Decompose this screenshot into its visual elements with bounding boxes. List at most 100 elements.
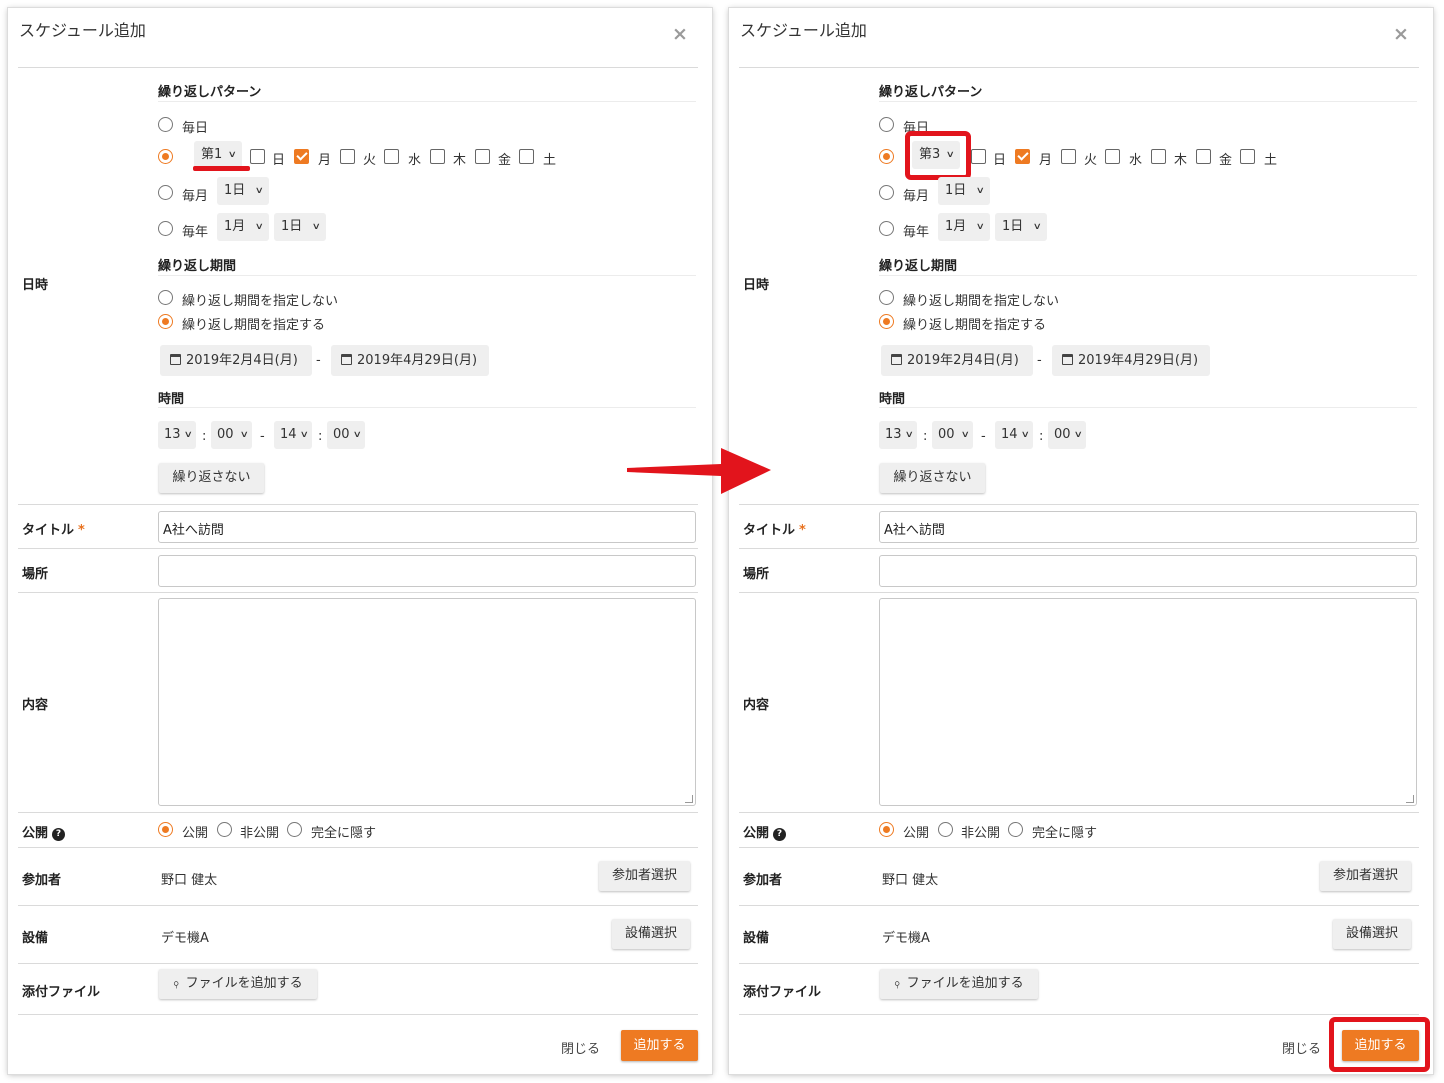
end-minute-select[interactable]: 00 ∨ <box>327 421 365 449</box>
close-link[interactable]: 閉じる <box>561 1038 600 1057</box>
resize-grip-icon[interactable] <box>685 795 693 803</box>
divider <box>18 847 698 848</box>
monthly-day-select[interactable]: 1日 ∨ <box>938 177 990 205</box>
help-icon[interactable]: ? <box>52 828 66 841</box>
time-dash: - <box>260 429 265 444</box>
publish-private-label: 非公開 <box>240 826 280 841</box>
select-equipment-button[interactable]: 設備選択 <box>612 919 690 949</box>
chevron-down-icon: ∨ <box>255 222 265 232</box>
weekday-checkbox-mon[interactable] <box>1015 149 1030 164</box>
no-period-radio[interactable] <box>158 290 173 305</box>
close-icon[interactable]: × <box>1393 24 1409 44</box>
end-hour-select[interactable]: 14 ∨ <box>274 421 312 449</box>
publish-hidden-label: 完全に隠す <box>1032 826 1098 841</box>
publish-private-radio[interactable] <box>938 822 953 837</box>
daily-radio[interactable] <box>158 117 173 132</box>
monthly-day-select[interactable]: 1日 ∨ <box>217 177 269 205</box>
chevron-down-icon: ∨ <box>240 430 250 440</box>
add-button[interactable]: 追加する <box>621 1030 698 1061</box>
weekday-checkbox-sun[interactable] <box>250 149 265 164</box>
start-date-picker[interactable]: 2019年2月4日(月) <box>881 345 1033 376</box>
daily-radio[interactable] <box>879 117 894 132</box>
publish-label: 公開? <box>743 822 787 841</box>
with-period-radio[interactable] <box>158 314 173 329</box>
start-minute-select[interactable]: 00 ∨ <box>932 421 973 449</box>
weekday-checkbox-mon[interactable] <box>294 149 309 164</box>
no-repeat-button[interactable]: 繰り返さない <box>880 463 985 493</box>
end-hour-select[interactable]: 14 ∨ <box>995 421 1033 449</box>
no-repeat-button[interactable]: 繰り返さない <box>159 463 264 493</box>
calendar-icon <box>341 354 352 365</box>
weekday-checkbox-tue[interactable] <box>340 149 355 164</box>
start-minute-select[interactable]: 00 ∨ <box>211 421 252 449</box>
content-textarea[interactable] <box>158 598 696 806</box>
resize-grip-icon[interactable] <box>1406 795 1414 803</box>
yearly-day-select[interactable]: 1日 ∨ <box>995 213 1047 241</box>
weekday-label: 金 <box>498 153 512 168</box>
no-period-radio[interactable] <box>879 290 894 305</box>
publish-hidden-radio[interactable] <box>1008 822 1023 837</box>
weekday-checkbox-tue[interactable] <box>1061 149 1076 164</box>
divider <box>158 275 696 276</box>
end-date-picker[interactable]: 2019年4月29日(月) <box>1052 345 1210 376</box>
publish-public-radio[interactable] <box>158 822 173 837</box>
weekday-checkbox-fri[interactable] <box>1196 149 1211 164</box>
place-input[interactable] <box>879 555 1417 587</box>
weekday-checkbox-wed[interactable] <box>384 149 399 164</box>
publish-public-radio[interactable] <box>879 822 894 837</box>
monthly-label: 毎月 <box>903 189 930 204</box>
repeat-pattern-heading: 繰り返しパターン <box>879 85 983 100</box>
with-period-label: 繰り返し期間を指定する <box>903 318 1047 333</box>
yearly-month-select[interactable]: 1月 ∨ <box>217 213 269 241</box>
weekday-checkbox-thu[interactable] <box>1151 149 1166 164</box>
time-dash: - <box>981 429 986 444</box>
publish-hidden-radio[interactable] <box>287 822 302 837</box>
monthly-label: 毎月 <box>182 189 209 204</box>
close-icon[interactable]: × <box>672 24 688 44</box>
close-link[interactable]: 閉じる <box>1282 1038 1321 1057</box>
weekday-checkbox-sat[interactable] <box>1240 149 1255 164</box>
weekly-radio[interactable] <box>879 149 894 164</box>
add-file-button[interactable]: ⌕ファイルを追加する <box>880 969 1038 999</box>
yearly-month-select[interactable]: 1月 ∨ <box>938 213 990 241</box>
select-participants-button[interactable]: 参加者選択 <box>1320 861 1411 891</box>
start-hour-select[interactable]: 13 ∨ <box>158 421 196 449</box>
week-ordinal-select[interactable]: 第1 ∨ <box>194 141 242 169</box>
required-mark: * <box>799 523 806 538</box>
weekly-radio[interactable] <box>158 149 173 164</box>
place-label: 場所 <box>743 567 770 582</box>
underline-annotation <box>193 166 250 171</box>
yearly-day-select[interactable]: 1日 ∨ <box>274 213 326 241</box>
publish-private-radio[interactable] <box>217 822 232 837</box>
start-date-picker[interactable]: 2019年2月4日(月) <box>160 345 312 376</box>
place-input[interactable] <box>158 555 696 587</box>
end-minute-select[interactable]: 00 ∨ <box>1048 421 1086 449</box>
weekday-checkbox-wed[interactable] <box>1105 149 1120 164</box>
monthly-radio[interactable] <box>879 185 894 200</box>
select-participants-button[interactable]: 参加者選択 <box>599 861 690 891</box>
weekday-checkbox-fri[interactable] <box>475 149 490 164</box>
add-file-button[interactable]: ⌕ファイルを追加する <box>159 969 317 999</box>
equipment-value: デモ機A <box>161 931 209 946</box>
start-hour-select[interactable]: 13 ∨ <box>879 421 917 449</box>
end-date-picker[interactable]: 2019年4月29日(月) <box>331 345 489 376</box>
calendar-icon <box>170 354 181 365</box>
yearly-radio[interactable] <box>879 221 894 236</box>
help-icon[interactable]: ? <box>773 828 787 841</box>
datetime-label: 日時 <box>22 278 49 293</box>
divider <box>739 1014 1419 1015</box>
weekday-checkbox-sat[interactable] <box>519 149 534 164</box>
content-textarea[interactable] <box>879 598 1417 806</box>
yearly-radio[interactable] <box>158 221 173 236</box>
title-input[interactable]: A社へ訪問 <box>879 511 1417 543</box>
divider <box>18 67 698 68</box>
with-period-radio[interactable] <box>879 314 894 329</box>
dialog-after: スケジュール追加 × 繰り返しパターン 毎日 第3 ∨ 日 月 火 水 木 金 土… <box>729 8 1433 1074</box>
monthly-radio[interactable] <box>158 185 173 200</box>
publish-private-label: 非公開 <box>961 826 1001 841</box>
select-equipment-button[interactable]: 設備選択 <box>1333 919 1411 949</box>
title-input[interactable]: A社へ訪問 <box>158 511 696 543</box>
weekday-checkbox-thu[interactable] <box>430 149 445 164</box>
equipment-value: デモ機A <box>882 931 930 946</box>
weekday-checkbox-sun[interactable] <box>971 149 986 164</box>
